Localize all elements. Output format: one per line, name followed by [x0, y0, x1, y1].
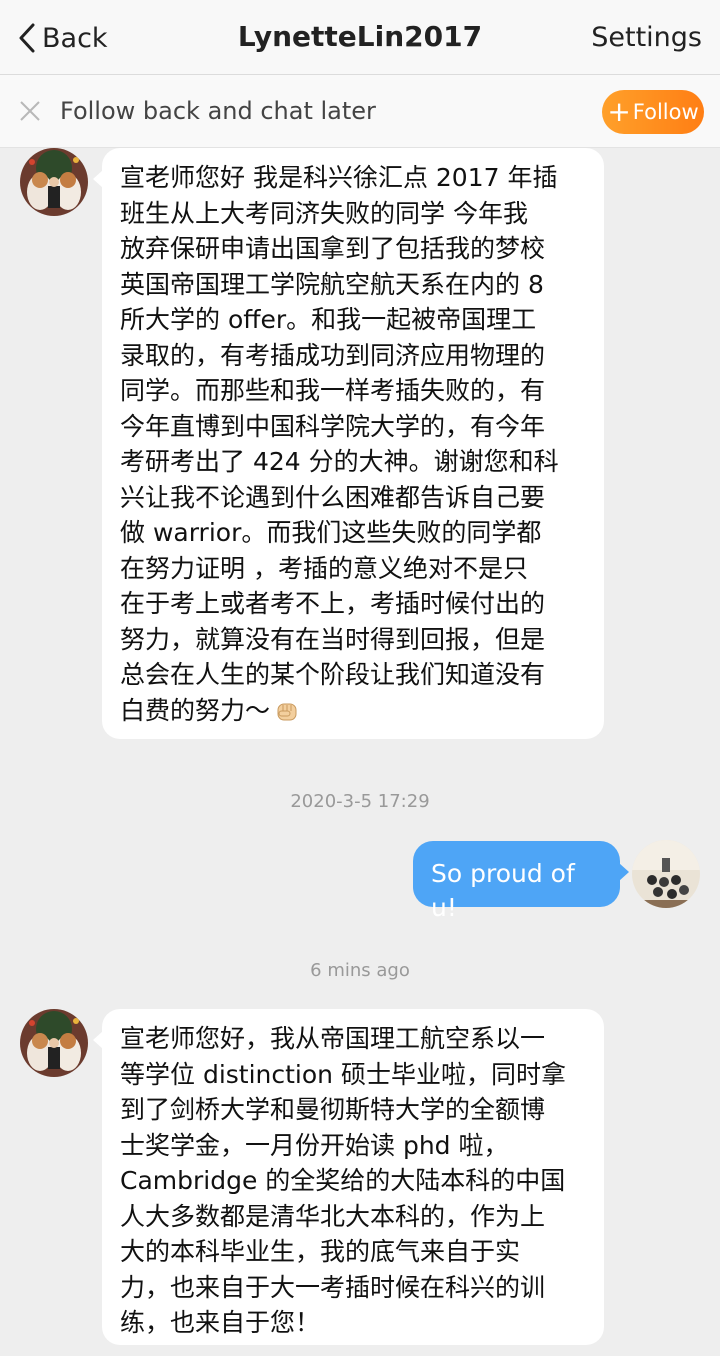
- message-line: 力，也来自于大一考插时候在科兴的训: [120, 1272, 546, 1302]
- close-icon[interactable]: [18, 99, 42, 123]
- message-line: 宣老师您好，我从帝国理工航空系以一: [120, 1024, 546, 1053]
- follow-button-label: Follow: [632, 100, 699, 124]
- message-timestamp: 6 mins ago: [310, 960, 410, 981]
- message-line: 录取的，有考插成功到同济应用物理的: [120, 340, 546, 370]
- message-line: 在努力证明 ，考插的意义绝对不是只: [120, 553, 528, 583]
- contact-avatar[interactable]: [20, 1009, 88, 1077]
- message-timestamp: 2020-3-5 17:29: [290, 791, 430, 812]
- message-line: 士奖学金，一月份开始读 phd 啦，: [120, 1130, 509, 1160]
- message-line: 到了剑桥大学和曼彻斯特大学的全额博: [120, 1095, 546, 1124]
- message-bubble-outgoing[interactable]: So proud of u!: [413, 841, 629, 922]
- message-line: 班生从上大考同济失败的同学 今年我: [120, 198, 528, 228]
- message-line: 练，也来自于您！: [120, 1308, 321, 1337]
- follow-banner: Follow back and chat later + Follow: [0, 75, 720, 148]
- message-line: 做 warrior。而我们这些失败的同学都: [120, 518, 542, 547]
- contact-avatar[interactable]: [20, 148, 88, 216]
- message-line: 白费的努力～: [120, 695, 271, 725]
- message-line: 兴让我不论遇到什么困难都告诉自己要: [120, 482, 546, 512]
- follow-button[interactable]: + Follow: [602, 90, 704, 134]
- message-text: So proud of u!: [431, 859, 575, 922]
- message-line: 考研考出了 424 分的大神。谢谢您和科: [120, 447, 559, 476]
- message-bubble-incoming[interactable]: 宣老师您好，我从帝国理工航空系以一 等学位 distinction 硕士毕业啦，…: [93, 1009, 604, 1345]
- message-line: 人大多数都是清华北大本科的，作为上: [120, 1201, 546, 1231]
- message-line: 同学。而那些和我一样考插失败的，有: [120, 376, 546, 405]
- message-line: 总会在人生的某个阶段让我们知道没有: [120, 660, 546, 689]
- navigation-bar: Back LynetteLin2017 Settings: [0, 0, 720, 75]
- raised-fist-icon: [277, 703, 297, 720]
- message-line: 努力，就算没有在当时得到回报，但是: [120, 624, 546, 654]
- message-line: 放弃保研申请出国拿到了包括我的梦校: [120, 234, 546, 263]
- message-line: 宣老师您好 我是科兴徐汇点 2017 年插: [120, 163, 558, 192]
- follow-banner-text: Follow back and chat later: [60, 97, 376, 125]
- message-line: 在于考上或者考不上，考插时候付出的: [120, 589, 546, 618]
- plus-icon: +: [607, 95, 631, 128]
- message-line: 所大学的 offer。和我一起被帝国理工: [120, 305, 537, 334]
- message-line: 今年直博到中国科学院大学的，有今年: [120, 411, 546, 441]
- message-bubble-incoming[interactable]: 宣老师您好 我是科兴徐汇点 2017 年插 班生从上大考同济失败的同学 今年我 …: [93, 148, 604, 739]
- message-line: Cambridge 的全奖给的大陆本科的中国: [120, 1166, 566, 1195]
- settings-button[interactable]: Settings: [591, 22, 702, 53]
- message-line: 大的本科毕业生，我的底气来自于实: [120, 1237, 521, 1266]
- my-avatar[interactable]: [632, 840, 700, 908]
- message-line: 英国帝国理工学院航空航天系在内的 8: [120, 269, 544, 299]
- message-line: 等学位 distinction 硕士毕业啦，同时拿: [120, 1059, 566, 1089]
